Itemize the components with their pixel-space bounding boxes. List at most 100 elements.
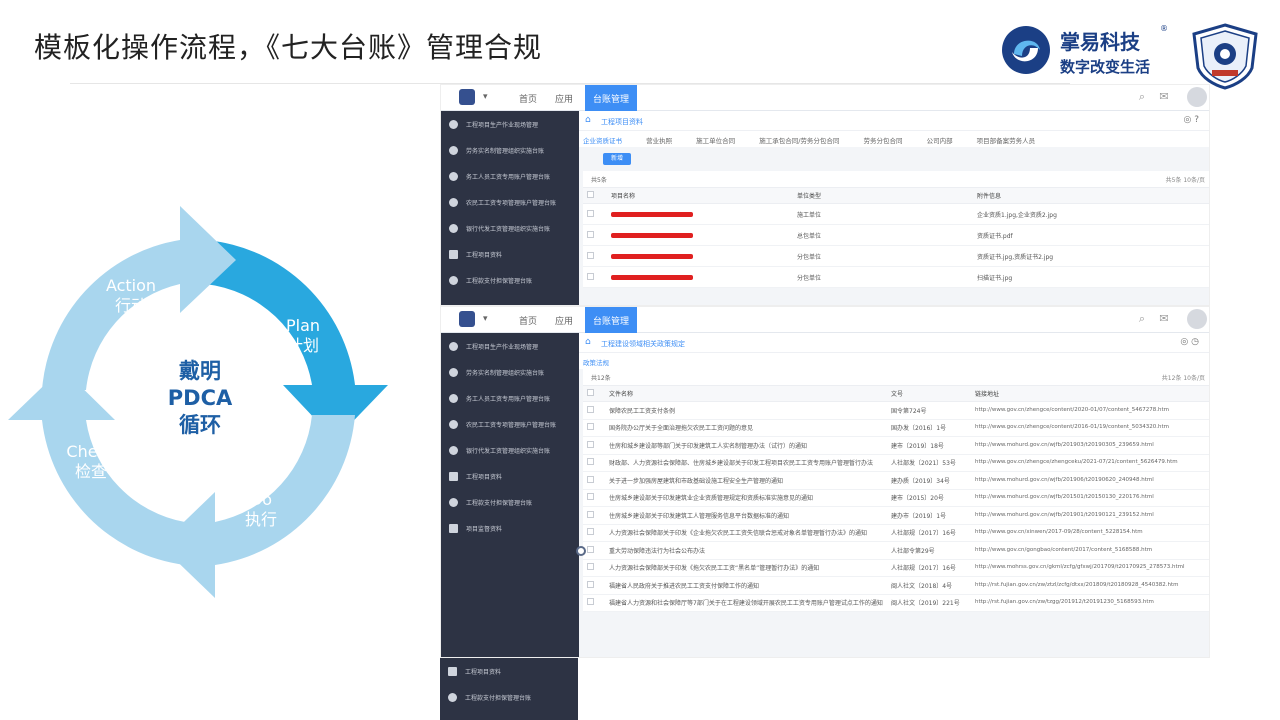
attachment[interactable]: 企业资质1.jpg,企业资质2.jpg xyxy=(973,203,1209,225)
table-row[interactable]: 分包单位 扫描证书.jpg xyxy=(583,266,1209,288)
file-name[interactable]: 国务院办公厅关于全面治理拖欠农民工工资问题的意见 xyxy=(605,419,887,437)
table-row[interactable]: 保障农民工工资支付条例 国令第724号 http://www.gov.cn/zhen… xyxy=(583,401,1209,420)
sidebar-item-realname[interactable]: 劳务实名制管理组织实施台账 xyxy=(441,359,579,385)
file-name[interactable]: 关于进一步加强房屋建筑和市政基础设施工程安全生产管理的通知 xyxy=(605,471,887,490)
row-checkbox[interactable] xyxy=(583,203,607,225)
row-checkbox[interactable] xyxy=(583,401,605,420)
sidebar-item-project-files[interactable]: 工程项目资料 xyxy=(441,463,579,489)
attachment[interactable]: 资质证书.pdf xyxy=(973,224,1209,246)
tab-license[interactable]: 营业执照 xyxy=(646,137,672,145)
pagination[interactable]: 共5条 10条/页 xyxy=(1166,175,1205,184)
sidebar-item-wage-account[interactable]: 务工人员工资专用账户管理台账 xyxy=(441,385,579,411)
nav-ledger-management[interactable]: 台账管理 xyxy=(585,85,637,111)
nav-apps[interactable]: 应用 xyxy=(555,92,573,105)
tab-workers[interactable]: 项目部备案劳务人员 xyxy=(977,137,1036,145)
message-icon[interactable]: ✉ xyxy=(1157,312,1171,326)
tab-cert[interactable]: 企业资质证书 xyxy=(583,137,622,145)
table-row[interactable]: 分包单位 资质证书.jpg,资质证书2.jpg xyxy=(583,245,1209,267)
row-checkbox[interactable] xyxy=(583,454,605,472)
avatar[interactable] xyxy=(1187,87,1207,107)
link-url[interactable]: http://www.gov.cn/zhengce/content/2016-0… xyxy=(971,419,1209,437)
link-url[interactable]: http://www.gov.cn/zhengce/zhengceku/2021… xyxy=(971,454,1209,472)
link-url[interactable]: http://www.gov.cn/gongbao/content/2017/c… xyxy=(971,541,1209,560)
pagination[interactable]: 共12条 10条/页 xyxy=(1162,373,1205,382)
tab-policies[interactable]: 政策法规 xyxy=(583,359,609,367)
tab-internal[interactable]: 公司内部 xyxy=(927,137,953,145)
file-name[interactable]: 福建省人民政府关于推进农民工工资支付保障工作的通知 xyxy=(605,576,887,595)
sidebar-item-guarantee[interactable]: 工程款支付担保管理台账 xyxy=(441,489,579,515)
file-name[interactable]: 住房和城乡建设部等部门关于印发建筑工人实名制管理办法（试行）的通知 xyxy=(605,436,887,455)
search-icon[interactable]: ⌕ xyxy=(1135,312,1149,326)
tab-subcontract[interactable]: 劳务分包合同 xyxy=(864,137,903,145)
row-checkbox[interactable] xyxy=(583,224,607,246)
file-name[interactable]: 住房城乡建设部关于印发建筑业企业资质管理规定和资质标准实施意见的通知 xyxy=(605,489,887,507)
sidebar-item-guarantee[interactable]: 工程款支付担保管理台账 xyxy=(440,684,578,710)
row-checkbox[interactable] xyxy=(583,266,607,288)
nav-home[interactable]: 首页 xyxy=(519,314,537,327)
table-row[interactable]: 财政部、人力资源社会保障部、住房城乡建设部关于印发工程项目农民工工资专用账户管理… xyxy=(583,454,1209,472)
sidebar-item-wage-special[interactable]: 农民工工资专项管理账户管理台账 xyxy=(441,189,579,215)
link-url[interactable]: http://www.mohurd.gov.cn/wjfb/201906/t20… xyxy=(971,471,1209,490)
help-icon[interactable]: ◎ ? xyxy=(1184,115,1200,125)
chevron-down-icon[interactable]: ▾ xyxy=(483,92,488,102)
row-checkbox[interactable] xyxy=(583,489,605,507)
link-url[interactable]: http://www.gov.cn/zhengce/content/2020-0… xyxy=(971,401,1209,420)
select-all-checkbox[interactable] xyxy=(583,187,607,204)
link-url[interactable]: http://www.gov.cn/xinwen/2017-09/28/cont… xyxy=(971,524,1209,542)
table-row[interactable]: 福建省人力资源和社会保障厅等7部门关于在工程建设领域开展农民工工资专用账户管理试… xyxy=(583,594,1209,612)
file-name[interactable]: 福建省人力资源和社会保障厅等7部门关于在工程建设领域开展农民工工资专用账户管理试… xyxy=(605,594,887,612)
file-name[interactable]: 财政部、人力资源社会保障部、住房城乡建设部关于印发工程项目农民工工资专用账户管理… xyxy=(605,454,887,472)
breadcrumb-tab[interactable]: 工程建设领域相关政策规定 xyxy=(601,340,685,348)
file-name[interactable]: 住房城乡建设部关于印发建筑工人管理服务信息平台数据标准的通知 xyxy=(605,506,887,525)
help-icon[interactable]: ◎ ◷ xyxy=(1180,337,1199,347)
row-checkbox[interactable] xyxy=(583,436,605,455)
table-row[interactable]: 住房和城乡建设部等部门关于印发建筑工人实名制管理办法（试行）的通知 建市〔2019… xyxy=(583,436,1209,455)
sidebar-item-realname[interactable]: 劳务实名制管理组织实施台账 xyxy=(441,137,579,163)
link-url[interactable]: http://rst.fujian.gov.cn/zw/tzgg/201912/… xyxy=(971,594,1209,612)
nav-apps[interactable]: 应用 xyxy=(555,314,573,327)
table-row[interactable]: 关于进一步加强房屋建筑和市政基础设施工程安全生产管理的通知 建办质〔2019〕34… xyxy=(583,471,1209,490)
table-row[interactable]: 重大劳动保障违法行为社会公布办法 人社部令第29号 http://www.gov.c… xyxy=(583,541,1209,560)
table-row[interactable]: 总包单位 资质证书.pdf xyxy=(583,224,1209,246)
link-url[interactable]: http://www.mohurd.gov.cn/wjfb/201901/t20… xyxy=(971,506,1209,525)
link-url[interactable]: http://www.mohurd.gov.cn/wjfb/201501/t20… xyxy=(971,489,1209,507)
row-checkbox[interactable] xyxy=(583,559,605,577)
chevron-down-icon[interactable]: ▾ xyxy=(483,314,488,324)
table-row[interactable]: 人力资源社会保障部关于印发《拖欠农民工工资“黑名单”管理暂行办法》的通知 人社部规… xyxy=(583,559,1209,577)
tab-construction-contract[interactable]: 施工单位合同 xyxy=(696,137,735,145)
row-checkbox[interactable] xyxy=(583,245,607,267)
sidebar-item-bank[interactable]: 银行代发工资管理组织实施台账 xyxy=(441,437,579,463)
row-checkbox[interactable] xyxy=(583,506,605,525)
table-row[interactable]: 施工单位 企业资质1.jpg,企业资质2.jpg xyxy=(583,203,1209,225)
row-checkbox[interactable] xyxy=(583,541,605,560)
nav-home[interactable]: 首页 xyxy=(519,92,537,105)
link-url[interactable]: http://rst.fujian.gov.cn/zw/ztzl/zcfg/dt… xyxy=(971,576,1209,595)
file-name[interactable]: 人力资源社会保障部关于印发《拖欠农民工工资“黑名单”管理暂行办法》的通知 xyxy=(605,559,887,577)
sidebar-item-site[interactable]: 工程项目生产作业现场管理 xyxy=(441,111,579,137)
sidebar-item-supervision[interactable]: 项目监督资料 xyxy=(441,515,579,541)
attachment[interactable]: 扫描证书.jpg xyxy=(973,266,1209,288)
table-row[interactable]: 住房城乡建设部关于印发建筑业企业资质管理规定和资质标准实施意见的通知 建市〔201… xyxy=(583,489,1209,507)
home-icon[interactable]: ⌂ xyxy=(585,337,591,347)
collapse-handle-icon[interactable] xyxy=(576,546,586,556)
select-all-checkbox[interactable] xyxy=(583,385,605,402)
sidebar-item-bank[interactable]: 银行代发工资管理组织实施台账 xyxy=(441,215,579,241)
row-checkbox[interactable] xyxy=(583,419,605,437)
sidebar-item-wage-special[interactable]: 农民工工资专项管理账户管理台账 xyxy=(441,411,579,437)
row-checkbox[interactable] xyxy=(583,524,605,542)
new-button[interactable]: 新增 xyxy=(603,153,631,165)
table-row[interactable]: 福建省人民政府关于推进农民工工资支付保障工作的通知 闽人社文〔2018〕4号 htt… xyxy=(583,576,1209,595)
row-checkbox[interactable] xyxy=(583,471,605,490)
home-icon[interactable]: ⌂ xyxy=(585,115,591,125)
sidebar-item-project-files[interactable]: 工程项目资料 xyxy=(440,658,578,684)
file-name[interactable]: 重大劳动保障违法行为社会公布办法 xyxy=(605,541,887,560)
breadcrumb-tab[interactable]: 工程项目资料 xyxy=(601,118,643,126)
tab-contract[interactable]: 施工承包合同/劳务分包合同 xyxy=(759,137,839,145)
row-checkbox[interactable] xyxy=(583,594,605,612)
link-url[interactable]: http://www.mohrss.gov.cn/gkml/zcfg/gfxwj… xyxy=(971,559,1209,577)
file-name[interactable]: 保障农民工工资支付条例 xyxy=(605,401,887,420)
sidebar-item-site[interactable]: 工程项目生产作业现场管理 xyxy=(441,333,579,359)
file-name[interactable]: 人力资源社会保障部关于印发《企业拖欠农民工工资失信联合惩戒对象名单管理暂行办法》… xyxy=(605,524,887,542)
table-row[interactable]: 住房城乡建设部关于印发建筑工人管理服务信息平台数据标准的通知 建办市〔2019〕1… xyxy=(583,506,1209,525)
sidebar-item-guarantee[interactable]: 工程款支付担保管理台账 xyxy=(441,267,579,293)
